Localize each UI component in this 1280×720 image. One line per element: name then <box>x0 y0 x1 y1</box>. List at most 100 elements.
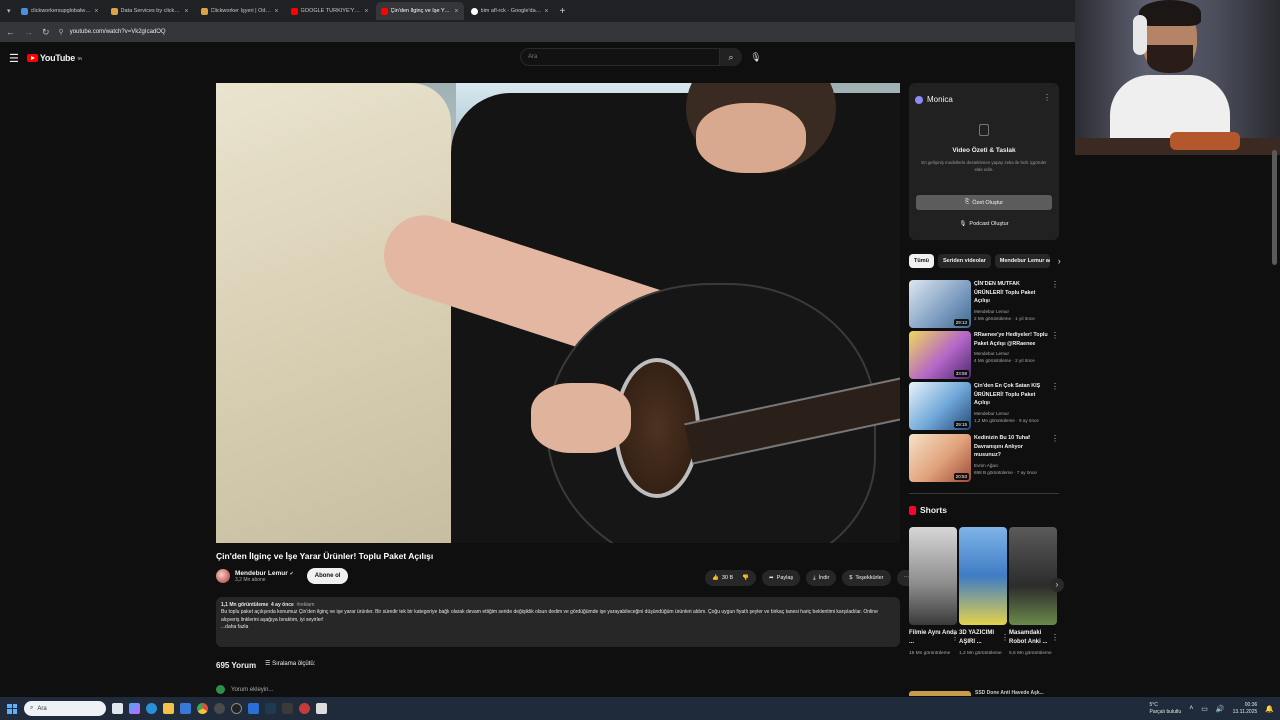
show-more-link[interactable]: ...daha fazla <box>221 624 895 631</box>
video-thumbnail[interactable]: 33:58 <box>909 331 971 379</box>
recommended-channel[interactable]: Mendebur Lemur <box>974 411 1048 416</box>
short-title[interactable]: Filmie Aynı Anda ... <box>909 629 957 648</box>
more-options-icon[interactable]: ⋮ <box>1051 280 1059 328</box>
close-icon[interactable]: × <box>454 8 458 15</box>
recommended-channel[interactable]: Evrim Ağacı <box>974 463 1048 468</box>
browser-tab[interactable]: Data Services by clickworker× <box>106 2 194 20</box>
tab-menu-icon[interactable]: ▾ <box>4 7 14 15</box>
browser-tab-active[interactable]: Çin'den İlginç ve İşe Yarar Ürün× <box>375 2 464 20</box>
task-view-icon[interactable] <box>112 703 123 714</box>
add-comment-input[interactable]: Yorum ekleyin... <box>231 687 273 693</box>
recommended-title[interactable]: RRaenee'ye Hediyeler! Toplu Paket Açılış… <box>974 331 1048 348</box>
menu-icon[interactable]: ☰ <box>9 52 19 65</box>
shorts-next-icon[interactable]: › <box>1050 578 1064 592</box>
app-icon[interactable] <box>265 703 276 714</box>
store-icon[interactable] <box>180 703 191 714</box>
volume-icon[interactable]: 🔊 <box>1216 705 1225 713</box>
close-icon[interactable]: × <box>274 8 278 15</box>
dislike-icon[interactable]: 👎 <box>742 575 749 581</box>
short-thumbnail[interactable] <box>909 527 957 625</box>
like-button[interactable]: 👍 30 B 👎 <box>705 570 757 586</box>
notification-icon[interactable]: 🔔 <box>1265 705 1274 713</box>
more-options-icon[interactable]: ⋮ <box>951 633 959 642</box>
channel-name[interactable]: Mendebur Lemur ✔ <box>235 570 294 577</box>
short-thumbnail[interactable] <box>1009 527 1057 625</box>
scrollbar[interactable] <box>1272 150 1277 265</box>
recommended-title[interactable]: SSD Done Anti Havede Aşk... <box>975 690 1044 696</box>
chevron-up-icon[interactable]: ˄ <box>1189 705 1193 712</box>
app-icon[interactable] <box>282 703 293 714</box>
browser-tab[interactable]: bim afl-rck - Google'da Ara × <box>466 2 554 20</box>
settings-icon[interactable] <box>214 703 225 714</box>
recommended-channel[interactable]: Mendebur Lemur <box>974 309 1048 314</box>
recommended-video[interactable]: 29:15 Çin'den En Çok Satan KIŞ ÜRÜNLERİ!… <box>909 382 1059 430</box>
reload-icon[interactable]: ↻ <box>42 27 50 38</box>
back-icon[interactable]: ← <box>6 27 15 37</box>
app-icon[interactable] <box>316 703 327 714</box>
youtube-logo[interactable]: YouTube TR <box>26 53 82 63</box>
more-options-icon[interactable]: ⋮ <box>1001 633 1009 642</box>
recommended-channel[interactable]: Mendebur Lemur <box>974 351 1048 356</box>
short-item[interactable]: 3D YAZICIMI AŞIRI ... 1,2 Mn görüntüleme… <box>959 527 1009 658</box>
copilot-icon[interactable] <box>129 703 140 714</box>
hashtag[interactable]: #reklam <box>297 602 315 608</box>
search-icon[interactable]: ⌕ <box>720 48 742 66</box>
recommended-video[interactable]: 29:13 ÇİN'DEN MUTFAK ÜRÜNLERİ! Toplu Pak… <box>909 280 1059 328</box>
clock[interactable]: 00:36 13.11.2025 <box>1233 702 1258 716</box>
share-button[interactable]: ➦ Paylaş <box>762 570 801 586</box>
subscribe-button[interactable]: Abone ol <box>306 568 349 584</box>
start-button[interactable] <box>7 703 17 714</box>
browser-tab[interactable]: clickworkersupglobalwallet.com× <box>16 2 104 20</box>
app-icon[interactable] <box>299 703 310 714</box>
obs-icon[interactable] <box>231 703 242 714</box>
close-icon[interactable]: × <box>544 8 548 15</box>
chevron-right-icon[interactable]: › <box>1054 256 1061 266</box>
video-player[interactable] <box>216 83 900 543</box>
short-item[interactable]: Filmie Aynı Anda ... 16 Mn görüntüleme ⋮ <box>909 527 959 658</box>
recommended-title[interactable]: Çin'den En Çok Satan KIŞ ÜRÜNLERİ! Toplu… <box>974 382 1048 408</box>
sort-comments-button[interactable]: ☰ Sıralama ölçütü: <box>265 660 315 667</box>
short-title[interactable]: 3D YAZICIMI AŞIRI ... <box>959 629 1007 648</box>
more-options-icon[interactable]: ⋮ <box>1051 434 1059 482</box>
more-options-icon[interactable]: ⋮ <box>1051 331 1059 379</box>
chip-channel[interactable]: Mendebur Lemur adlı <box>994 254 1050 268</box>
recommended-video[interactable]: 20:53 Kedinizin Bu 10 Tuhaf Davranışını … <box>909 434 1059 482</box>
file-explorer-icon[interactable] <box>163 703 174 714</box>
recommended-video[interactable]: 33:58 RRaenee'ye Hediyeler! Toplu Paket … <box>909 331 1059 379</box>
video-description[interactable]: 1,1 Mn görüntüleme 4 ay önce #reklam Bu … <box>216 597 900 647</box>
short-item[interactable]: Masamdaki Robot Anki ... 5,6 Mn görüntül… <box>1009 527 1059 658</box>
video-thumbnail[interactable]: 20:53 <box>909 434 971 482</box>
close-icon[interactable]: × <box>94 8 98 15</box>
more-options-icon[interactable]: ⋮ <box>1051 382 1059 430</box>
monica-menu-icon[interactable]: ⋮ <box>1043 93 1051 102</box>
site-info-icon[interactable]: ⚲ <box>59 28 64 36</box>
search-input[interactable]: Ara <box>520 48 720 66</box>
forward-icon[interactable]: → <box>24 27 33 37</box>
more-options-icon[interactable]: ⋮ <box>1051 633 1059 642</box>
microphone-icon[interactable]: 🎙 <box>748 48 764 66</box>
add-comment-row[interactable]: Yorum ekleyin... <box>216 685 273 694</box>
taskbar-search[interactable]: ⌕ Ara <box>24 701 106 716</box>
short-thumbnail[interactable] <box>959 527 1007 625</box>
browser-tab[interactable]: GOOGLE TÜRKİYE'YE GELİYOR× <box>286 2 374 20</box>
app-icon[interactable] <box>248 703 259 714</box>
short-title[interactable]: Masamdaki Robot Anki ... <box>1009 629 1057 648</box>
chip-series[interactable]: Seriden videolar <box>937 254 991 268</box>
video-thumbnail[interactable] <box>909 691 971 696</box>
chip-all[interactable]: Tümü <box>909 254 934 268</box>
podcast-button[interactable]: 🎙 Podcast Oluştur <box>916 216 1052 232</box>
channel-avatar[interactable] <box>216 569 230 583</box>
edge-icon[interactable] <box>146 703 157 714</box>
recommended-title[interactable]: ÇİN'DEN MUTFAK ÜRÜNLERİ! Toplu Paket Açı… <box>974 280 1048 306</box>
new-tab-button[interactable]: + <box>556 6 570 17</box>
thanks-button[interactable]: $ Teşekkürler <box>842 570 891 586</box>
recommended-title[interactable]: Kedinizin Bu 10 Tuhaf Davranışını Anlıyo… <box>974 434 1048 460</box>
network-icon[interactable]: ▭ <box>1201 705 1208 713</box>
video-thumbnail[interactable]: 29:15 <box>909 382 971 430</box>
download-button[interactable]: ⤓ İndir <box>806 570 837 586</box>
weather-widget[interactable]: 5°C Parçalı bulutlu <box>1150 702 1182 715</box>
close-icon[interactable]: × <box>364 8 368 15</box>
summary-button[interactable]: ⎘ Özet Oluştur <box>916 195 1052 210</box>
browser-tab[interactable]: Clickworker İşyeri | Ödeme Ayr.× <box>196 2 284 20</box>
url-field[interactable]: ⚲ youtube.com/watch?v=Vk2gIcadOQ <box>59 28 166 36</box>
